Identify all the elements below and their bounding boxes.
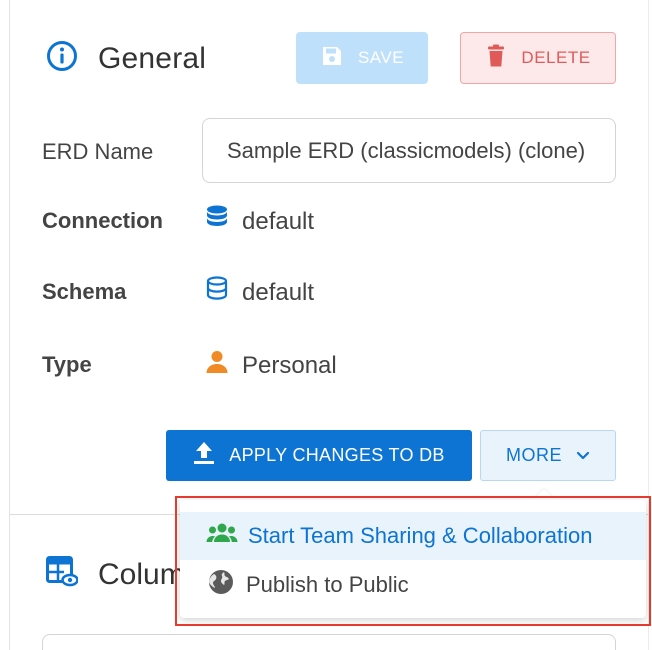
more-button-label: MORE xyxy=(506,445,562,465)
erd-name-input[interactable]: Sample ERD (classicmodels) (clone) xyxy=(202,118,616,183)
general-section-header: General xyxy=(46,40,206,77)
save-button[interactable]: SAVE xyxy=(296,32,428,84)
upload-icon xyxy=(193,441,215,470)
columns-table-box xyxy=(42,634,616,650)
database-outline-icon xyxy=(206,276,228,309)
delete-button[interactable]: DELETE xyxy=(460,32,616,84)
more-button[interactable]: MORE xyxy=(480,430,616,481)
delete-button-label: DELETE xyxy=(521,48,591,67)
apply-changes-label: APPLY CHANGES TO DB xyxy=(229,445,445,465)
apply-changes-button[interactable]: APPLY CHANGES TO DB xyxy=(166,430,472,481)
trash-icon xyxy=(485,44,507,73)
type-label: Type xyxy=(42,352,92,377)
schema-label: Schema xyxy=(42,279,127,304)
panel-left-border xyxy=(9,0,10,650)
erd-name-label: ERD Name xyxy=(42,139,154,164)
connection-field: default xyxy=(206,205,314,238)
highlight-annotation-box xyxy=(175,496,651,626)
type-field: Personal xyxy=(206,350,337,381)
floppy-disk-icon xyxy=(320,44,344,73)
table-view-icon xyxy=(46,556,79,593)
info-icon xyxy=(46,40,78,77)
chevron-down-icon xyxy=(576,445,590,466)
erd-name-value: Sample ERD (classicmodels) (clone) xyxy=(227,137,586,163)
person-icon xyxy=(206,350,228,381)
database-icon xyxy=(206,205,228,238)
connection-label: Connection xyxy=(42,208,163,233)
schema-field: default xyxy=(206,276,314,309)
type-value: Personal xyxy=(242,351,337,379)
connection-value: default xyxy=(242,207,315,235)
general-title: General xyxy=(98,41,207,75)
save-button-label: SAVE xyxy=(357,48,405,67)
schema-value: default xyxy=(242,278,315,306)
